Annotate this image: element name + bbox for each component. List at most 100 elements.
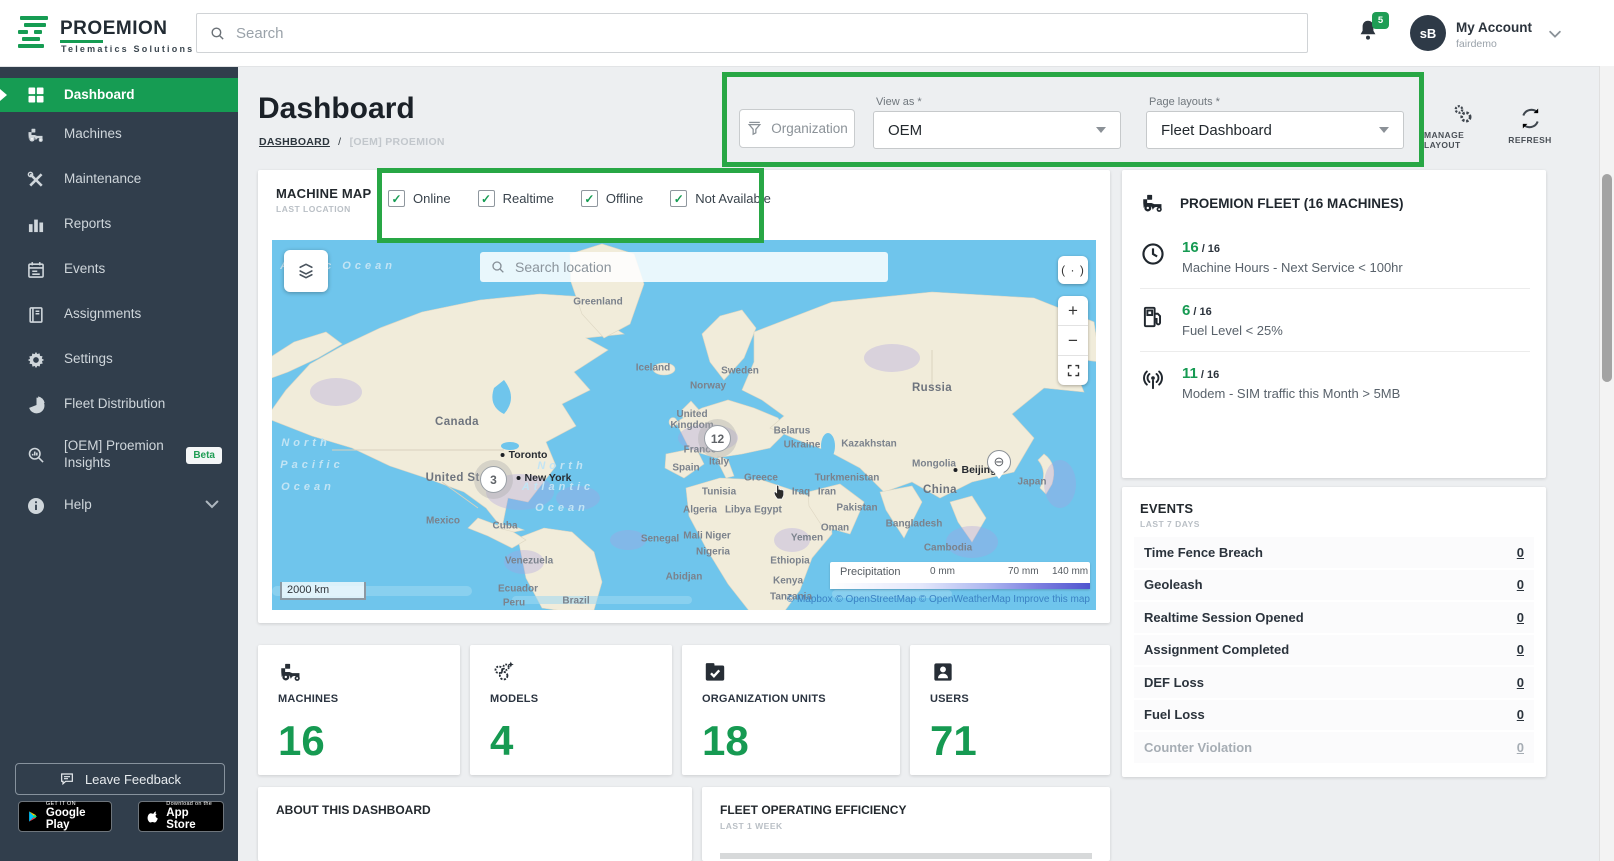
- fleet-stat-row[interactable]: 6/ 16Fuel Level < 25%: [1140, 288, 1530, 351]
- fleet-stat-row[interactable]: 11/ 16Modem - SIM traffic this Month > 5…: [1140, 351, 1530, 414]
- filter-realtime[interactable]: ✓ Realtime: [478, 190, 554, 207]
- stat-card-users[interactable]: USERS71: [910, 645, 1110, 775]
- book-icon: [26, 305, 46, 325]
- event-count-link[interactable]: 0: [1517, 675, 1524, 690]
- zoom-in-button[interactable]: +: [1058, 296, 1088, 326]
- map-label-italy: Italy: [709, 457, 729, 468]
- map-label-nigeria: Nigeria: [696, 547, 730, 558]
- zoom-out-button[interactable]: −: [1058, 326, 1088, 356]
- dropdown-caret-icon: [1379, 127, 1389, 133]
- map-search-placeholder: Search location: [515, 259, 612, 275]
- map-layers-button[interactable]: [284, 250, 328, 292]
- map-label-tunisia: Tunisia: [702, 487, 736, 498]
- sidebar-item-label: [OEM] Proemion Insights: [64, 438, 168, 472]
- map-label-bangladesh: Bangladesh: [886, 519, 943, 530]
- breadcrumb-current[interactable]: DASHBOARD: [259, 136, 330, 148]
- filter-offline[interactable]: ✓Offline: [581, 190, 643, 207]
- map-attribution[interactable]: © Mapbox © OpenStreetMap © OpenWeatherMa…: [787, 594, 1090, 605]
- fleet-efficiency-title: FLEET OPERATING EFFICIENCY: [720, 803, 906, 817]
- stat-card-organization-units[interactable]: ORGANIZATION UNITS18: [682, 645, 900, 775]
- filter-not-available[interactable]: ✓ Not Available: [670, 190, 771, 207]
- legend-gradient: [830, 583, 1090, 589]
- event-count-link[interactable]: 0: [1517, 577, 1524, 592]
- scrollbar-thumb[interactable]: [1602, 174, 1612, 382]
- map-label-peru: Peru: [503, 598, 525, 609]
- checkbox-offline[interactable]: ✓: [581, 190, 598, 207]
- view-as-select[interactable]: OEM: [873, 111, 1121, 149]
- checkbox-not-available[interactable]: ✓: [670, 190, 687, 207]
- filter-label-not-available: Not Available: [695, 191, 771, 206]
- stat-card-models[interactable]: MODELS4: [470, 645, 672, 775]
- stat-card-machines[interactable]: MACHINES16: [258, 645, 460, 775]
- global-search-input[interactable]: Search: [196, 13, 1308, 53]
- about-dashboard-card: ABOUT THIS DASHBOARD: [258, 787, 692, 861]
- event-row-geoleash: Geoleash0: [1134, 570, 1534, 603]
- world-map[interactable]: Arctic OceanNorthPacificOceanNorthAtlant…: [272, 240, 1096, 610]
- scrollbar-track[interactable]: [1599, 66, 1614, 861]
- leave-feedback-button[interactable]: Leave Feedback: [15, 763, 225, 795]
- map-cluster-12[interactable]: 12: [704, 425, 731, 452]
- chevron-down-icon: [1546, 25, 1564, 43]
- brand-wordmark: PROEMION: [60, 18, 167, 40]
- tractor-icon: [1140, 190, 1166, 216]
- sidebar-item-fleet-distribution[interactable]: Fleet Distribution: [0, 382, 238, 427]
- map-label-senegal: Senegal: [641, 534, 679, 545]
- chevron-down-icon: [202, 494, 222, 514]
- event-row-fuel-loss: Fuel Loss0: [1134, 700, 1534, 733]
- event-row-realtime-session-opened: Realtime Session Opened0: [1134, 602, 1534, 635]
- models-icon: [490, 659, 516, 685]
- checkbox-online[interactable]: ✓: [388, 190, 405, 207]
- sidebar-item-help[interactable]: Help: [0, 483, 238, 528]
- map-label-greece: Greece: [744, 473, 778, 484]
- account-menu-button[interactable]: [1546, 25, 1564, 48]
- sidebar-item-reports[interactable]: Reports: [0, 202, 238, 247]
- avatar[interactable]: sB: [1410, 15, 1446, 51]
- sidebar-item-oem-proemion-insights[interactable]: [OEM] Proemion InsightsBeta: [0, 427, 238, 483]
- map-label-mongolia: Mongolia: [912, 459, 956, 470]
- filter-label-realtime: Realtime: [503, 191, 554, 206]
- sidebar-item-maintenance[interactable]: Maintenance: [0, 157, 238, 202]
- event-count-link[interactable]: 0: [1517, 642, 1524, 657]
- fullscreen-button[interactable]: [1058, 356, 1088, 385]
- fleet-stat-row[interactable]: 16/ 16Machine Hours - Next Service < 100…: [1140, 226, 1530, 288]
- sidebar-item-assignments[interactable]: Assignments: [0, 292, 238, 337]
- map-label-pakistan: Pakistan: [836, 503, 877, 514]
- checkbox-realtime[interactable]: ✓: [478, 190, 495, 207]
- map-pin-beijing[interactable]: ⊖: [987, 450, 1011, 474]
- sidebar-item-label: Maintenance: [64, 171, 141, 188]
- fleet-stat-value: 16: [1182, 239, 1199, 256]
- app-store-badge[interactable]: Download on theApp Store: [138, 801, 224, 832]
- map-label-japan: Japan: [1018, 477, 1047, 488]
- map-cluster-3[interactable]: 3: [480, 466, 507, 493]
- sidebar-item-machines[interactable]: Machines: [0, 112, 238, 157]
- event-count-link[interactable]: 0: [1517, 740, 1524, 755]
- chat-icon: [59, 771, 75, 787]
- map-label-niger: Niger: [705, 531, 731, 542]
- filter-online[interactable]: ✓Online: [388, 190, 451, 207]
- google-play-badge[interactable]: GET IT ONGoogle Play: [18, 801, 112, 832]
- map-locate-button[interactable]: ( · ): [1058, 256, 1088, 284]
- manage-layout-button[interactable]: MANAGE LAYOUT: [1424, 100, 1500, 152]
- map-label-cuba: Cuba: [493, 521, 518, 532]
- account-name: My Account: [1456, 20, 1532, 35]
- event-count-link[interactable]: 0: [1517, 707, 1524, 722]
- organization-filter-button[interactable]: Organization: [739, 109, 855, 148]
- map-search-input[interactable]: Search location: [480, 252, 888, 282]
- sidebar-item-events[interactable]: Events: [0, 247, 238, 292]
- sidebar-item-dashboard[interactable]: Dashboard: [0, 78, 238, 112]
- pie-chart-icon: [26, 395, 46, 415]
- page-layouts-select[interactable]: Fleet Dashboard: [1146, 111, 1404, 149]
- apple-icon: [147, 809, 160, 824]
- refresh-button[interactable]: REFRESH: [1503, 100, 1557, 152]
- map-label-ocean: Ocean: [535, 502, 589, 514]
- sidebar-item-settings[interactable]: Settings: [0, 337, 238, 382]
- fullscreen-icon: [1066, 363, 1081, 378]
- event-label: DEF Loss: [1144, 675, 1204, 690]
- map-label-canada: Canada: [435, 416, 479, 428]
- map-label-belarus: Belarus: [774, 426, 811, 437]
- map-label-atlantic: Atlantic: [522, 481, 594, 493]
- event-count-link[interactable]: 0: [1517, 545, 1524, 560]
- event-count-link[interactable]: 0: [1517, 610, 1524, 625]
- stat-card-value: 71: [930, 717, 977, 765]
- sidebar-item-label: Dashboard: [64, 87, 135, 104]
